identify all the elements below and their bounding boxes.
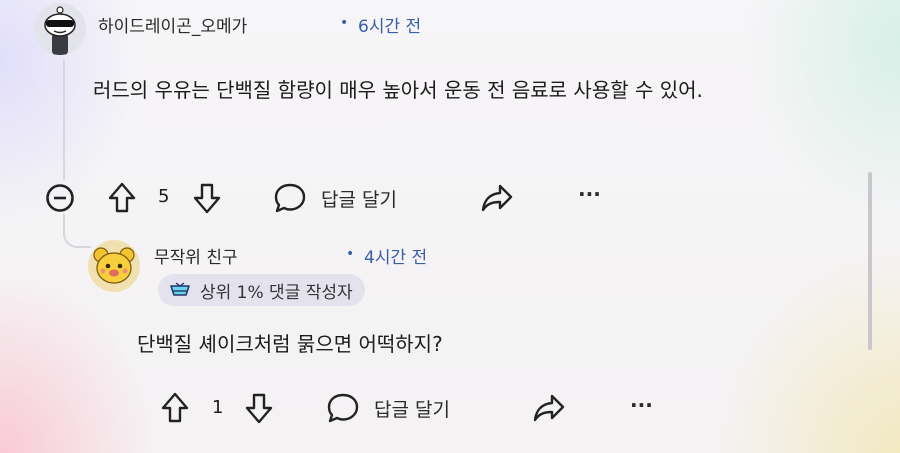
- vote-count: 1: [212, 397, 224, 418]
- vote-count: 5: [158, 186, 170, 207]
- share-button[interactable]: [532, 393, 566, 423]
- timestamp: 6시간 전: [358, 17, 422, 37]
- timestamp: 4시간 전: [364, 248, 428, 268]
- badge-label: 상위 1% 댓글 작성자: [200, 282, 353, 303]
- downvote-button[interactable]: [192, 181, 222, 215]
- username[interactable]: 하이드레이곤_오메가: [98, 12, 247, 37]
- downvote-arrow-icon: [244, 391, 274, 425]
- collapse-button[interactable]: [45, 183, 75, 213]
- top-commenter-badge: 상위 1% 댓글 작성자: [158, 274, 365, 306]
- upvote-arrow-icon: [160, 391, 190, 425]
- time-separator: •: [346, 246, 355, 262]
- reply-button[interactable]: 답글 달기: [273, 182, 397, 214]
- more-options-button[interactable]: ···: [630, 393, 653, 417]
- time-separator: •: [340, 15, 349, 31]
- snoo-avatar-icon: [44, 6, 76, 55]
- reply-label: 답글 달기: [374, 398, 450, 421]
- comment-body: 단백질 셰이크처럼 묽으면 어떡하지?: [137, 332, 443, 356]
- trophy-badge-icon: [168, 280, 192, 300]
- share-arrow-icon: [532, 393, 566, 423]
- reply-button[interactable]: 답글 달기: [326, 392, 450, 424]
- scrollbar[interactable]: [868, 172, 872, 350]
- comment-body: 러드의 우유는 단백질 함량이 매우 높아서 운동 전 음료로 사용할 수 있어…: [93, 78, 703, 102]
- avatar[interactable]: [88, 240, 140, 292]
- upvote-arrow-icon: [107, 181, 137, 215]
- collapse-minus-icon: [45, 183, 75, 213]
- background: [0, 0, 900, 453]
- speech-bubble-icon: [273, 182, 307, 214]
- thread-branch: [63, 222, 91, 248]
- avatar[interactable]: [34, 3, 86, 55]
- reply-label: 답글 달기: [321, 188, 397, 211]
- speech-bubble-icon: [326, 392, 360, 424]
- bear-avatar-icon: [93, 247, 135, 284]
- upvote-button[interactable]: [160, 391, 190, 425]
- thread-line: [63, 60, 65, 180]
- upvote-button[interactable]: [107, 181, 137, 215]
- username[interactable]: 무작위 친구: [154, 243, 238, 268]
- downvote-arrow-icon: [192, 181, 222, 215]
- share-button[interactable]: [480, 183, 514, 213]
- share-arrow-icon: [480, 183, 514, 213]
- downvote-button[interactable]: [244, 391, 274, 425]
- more-options-button[interactable]: ···: [578, 182, 601, 206]
